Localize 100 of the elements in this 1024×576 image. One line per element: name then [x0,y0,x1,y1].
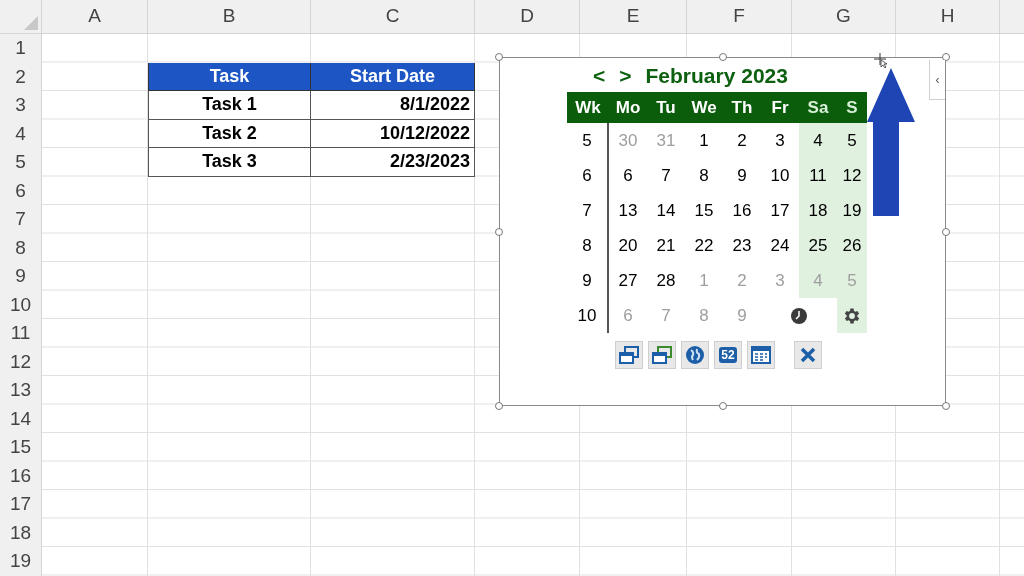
day-cell[interactable]: 26 [837,228,867,263]
column-heading: Task [148,62,311,91]
day-cell[interactable]: 17 [761,193,799,228]
resize-handle[interactable] [942,402,950,410]
close-icon [800,347,816,363]
column-heading: Start Date [311,62,475,91]
weekday-label: We [690,96,718,119]
day-cell[interactable]: 23 [723,228,761,263]
resize-handle[interactable] [718,402,727,410]
toolbar-button[interactable] [681,341,709,369]
week-number: 8 [567,228,609,263]
day-cell[interactable]: 8 [685,158,723,193]
resize-handle[interactable] [495,402,503,410]
collapse-tab[interactable]: ‹ [929,60,945,100]
calendar-icon [751,346,771,364]
resize-handle[interactable] [718,53,727,61]
table-cell: Task 3 [148,148,311,177]
row-header[interactable]: 6 [0,176,42,205]
weekday-label: Sa [806,96,830,119]
day-cell[interactable]: 9 [723,158,761,193]
week-number: 6 [567,158,609,193]
day-cell[interactable]: 24 [761,228,799,263]
column-header[interactable]: F [687,0,792,33]
day-cell[interactable]: 6 [609,158,647,193]
day-cell[interactable]: 16 [723,193,761,228]
windows-icon [652,346,672,364]
row-header[interactable]: 16 [0,461,42,490]
clock-icon[interactable] [791,307,807,324]
row-header[interactable]: 4 [0,119,42,148]
day-cell[interactable]: 25 [799,228,837,263]
row-header[interactable]: 2 [0,62,42,91]
weekday-label: Tu [655,96,677,119]
column-header[interactable]: C [311,0,475,33]
day-cell[interactable]: 7 [647,158,685,193]
next-month-button[interactable]: > [619,64,632,86]
column-header[interactable]: D [475,0,580,33]
toolbar-button[interactable] [648,341,676,369]
row-header[interactable]: 13 [0,376,42,405]
day-cell[interactable]: 2 [723,123,761,158]
weekday-label: Wk [574,96,602,119]
row-header[interactable]: 11 [0,319,42,348]
table-cell: 10/12/2022 [311,119,475,148]
windows-icon [619,346,639,364]
column-header[interactable]: H [896,0,1000,33]
toolbar-button[interactable] [615,341,643,369]
day-cell[interactable]: 27 [609,263,647,298]
column-header[interactable]: G [792,0,896,33]
row-header[interactable]: 3 [0,91,42,120]
day-cell[interactable]: 12 [837,158,867,193]
row-header[interactable]: 18 [0,518,42,547]
day-cell[interactable]: 5 [837,123,867,158]
row-header[interactable]: 19 [0,547,42,576]
weekday-label: Fr [770,96,790,119]
row-header[interactable]: 8 [0,233,42,262]
weekday-label: Mo [614,96,642,119]
column-header[interactable]: E [580,0,687,33]
resize-handle[interactable] [495,53,503,61]
day-cell[interactable]: 13 [609,193,647,228]
column-header[interactable]: B [148,0,311,33]
week-number-button[interactable]: 52 [714,341,742,369]
day-cell[interactable]: 28 [647,263,685,298]
row-header[interactable]: 12 [0,347,42,376]
day-cell[interactable]: 20 [609,228,647,263]
previous-month-button[interactable]: < [593,64,606,86]
week-number: 5 [567,123,609,158]
week-number: 9 [567,263,609,298]
week-number: 7 [567,193,609,228]
table-cell: Task 1 [148,91,311,120]
day-cell[interactable]: 10 [761,158,799,193]
row-header[interactable]: 15 [0,433,42,462]
weekday-label: Th [730,96,754,119]
row-header[interactable]: 14 [0,404,42,433]
day-cell[interactable]: 15 [685,193,723,228]
month-title: February 2023 [645,64,788,86]
week-number: 10 [567,298,609,333]
day-cell[interactable]: 11 [799,158,837,193]
toolbar-button[interactable] [747,341,775,369]
row-header[interactable]: 9 [0,262,42,291]
row-header[interactable]: 7 [0,205,42,234]
weekday-label: S [845,96,859,119]
resize-handle[interactable] [942,227,950,236]
day-cell[interactable]: 3 [761,123,799,158]
day-cell[interactable]: 1 [685,123,723,158]
table-cell: 8/1/2022 [311,91,475,120]
row-header[interactable]: 17 [0,490,42,519]
row-header[interactable]: 1 [0,34,42,63]
row-header[interactable]: 10 [0,290,42,319]
day-cell[interactable]: 22 [685,228,723,263]
table-cell: Task 2 [148,119,311,148]
day-cell[interactable]: 21 [647,228,685,263]
resize-handle[interactable] [495,227,503,236]
day-cell[interactable]: 14 [647,193,685,228]
column-header[interactable]: A [42,0,148,33]
toolbar-button[interactable] [794,341,822,369]
day-cell[interactable]: 18 [799,193,837,228]
settings-button[interactable] [837,298,867,333]
table-cell: 2/23/2023 [311,148,475,177]
row-header[interactable]: 5 [0,148,42,177]
day-cell[interactable]: 4 [799,123,837,158]
day-cell[interactable]: 19 [837,193,867,228]
